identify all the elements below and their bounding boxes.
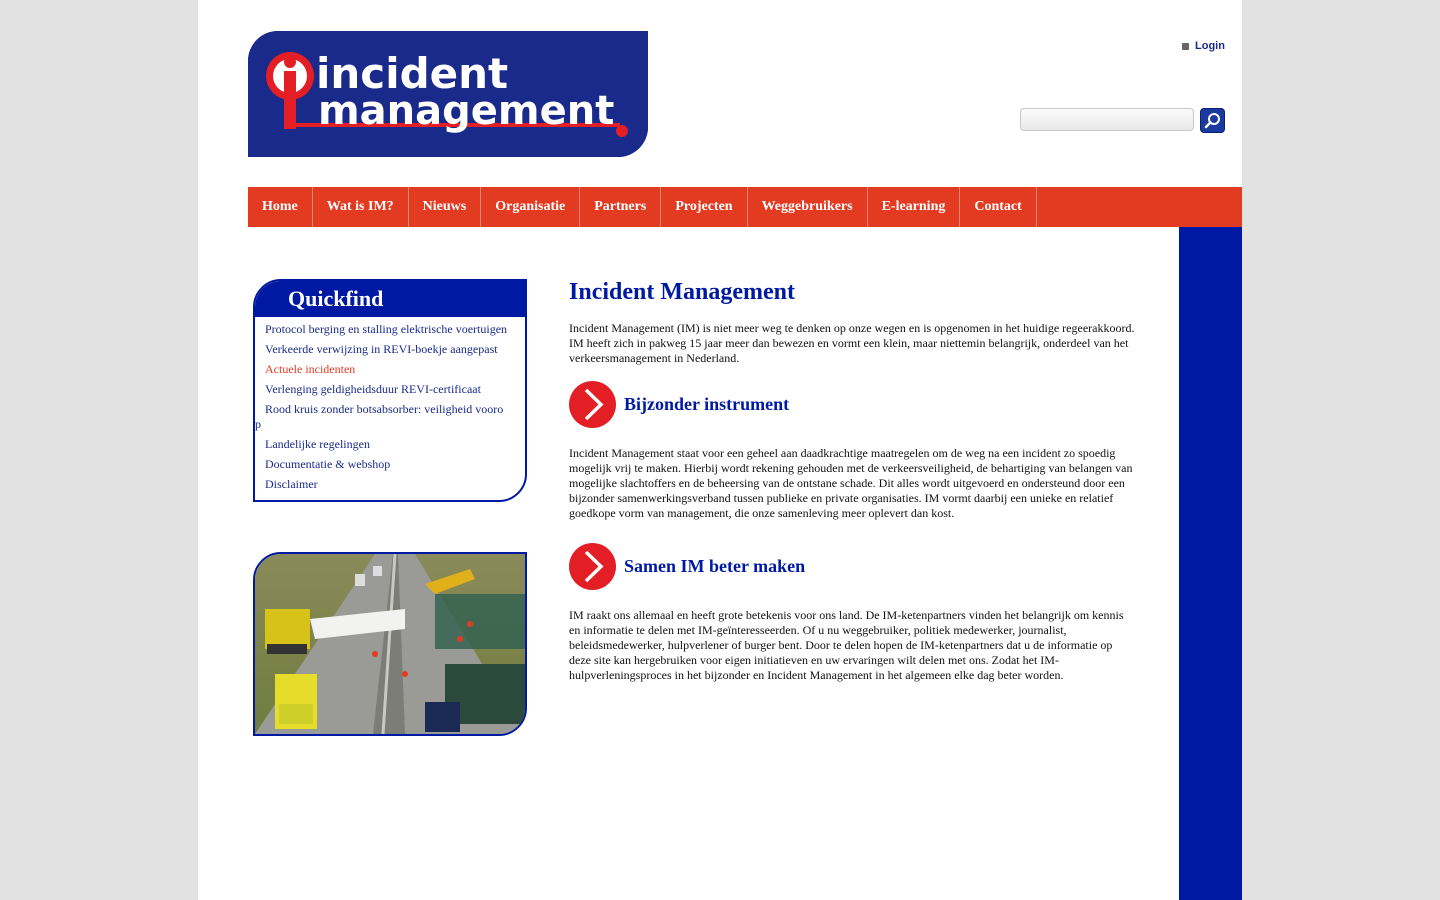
nav-item-partners[interactable]: Partners: [580, 187, 662, 227]
quickfind-panel: Quickfind Protocol berging en stalling e…: [253, 279, 527, 502]
nav-item-home[interactable]: Home: [248, 187, 313, 227]
search-button[interactable]: [1200, 108, 1225, 133]
section-heading-bijzonder: Bijzonder instrument: [569, 380, 1137, 428]
logo-image: incident management: [248, 31, 648, 157]
quickfind-list: Protocol berging en stalling elektrische…: [255, 317, 525, 497]
section-title: Bijzonder instrument: [624, 393, 790, 414]
incident-photo: [253, 552, 527, 736]
quickfind-item[interactable]: Verlenging geldigheidsduur REVI-certific…: [255, 382, 525, 402]
section-text: IM raakt ons allemaal en heeft grote bet…: [569, 608, 1124, 682]
quickfind-item-active[interactable]: Actuele incidenten: [255, 362, 525, 382]
right-sidebar-bar: [1179, 227, 1242, 900]
quickfind-item[interactable]: Rood kruis zonder botsabsorber: veilighe…: [255, 402, 525, 437]
arrow-right-icon: [569, 380, 616, 428]
nav-item-nieuws[interactable]: Nieuws: [409, 187, 482, 227]
intro-text: Incident Management (IM) is niet meer we…: [569, 321, 1135, 365]
page: incident management Login Home Wat is IM…: [198, 0, 1242, 900]
quickfind-title: Quickfind: [255, 281, 525, 317]
nav-item-organisatie[interactable]: Organisatie: [481, 187, 581, 227]
quickfind-item[interactable]: Disclaimer: [255, 477, 525, 497]
section-title: Samen IM beter maken: [624, 555, 806, 576]
bullet-icon: [1182, 42, 1189, 50]
section-text: Incident Management staat voor een gehee…: [569, 446, 1133, 520]
section-heading-samen: Samen IM beter maken: [569, 542, 1137, 590]
quickfind-item[interactable]: Protocol berging en stalling elektrische…: [255, 322, 525, 342]
nav-item-contact[interactable]: Contact: [960, 187, 1037, 227]
logo-text-management: management: [318, 88, 614, 134]
quickfind-item-label-cont: p: [255, 417, 261, 431]
login-link[interactable]: Login: [1182, 40, 1225, 52]
quickfind-item[interactable]: Documentatie & webshop: [255, 457, 525, 477]
search-input[interactable]: [1020, 108, 1194, 131]
main-content: Incident Management Incident Management …: [569, 277, 1137, 683]
main-nav: Home Wat is IM? Nieuws Organisatie Partn…: [248, 187, 1242, 227]
quickfind-item-label: Rood kruis zonder botsabsorber: veilighe…: [265, 402, 504, 416]
arrow-right-icon: [569, 542, 616, 590]
login-label[interactable]: Login: [1195, 40, 1225, 52]
logo[interactable]: incident management: [248, 31, 648, 157]
nav-item-projecten[interactable]: Projecten: [661, 187, 748, 227]
quickfind-item[interactable]: Landelijke regelingen: [255, 437, 525, 457]
nav-item-e-learning[interactable]: E-learning: [868, 187, 961, 227]
quickfind-item[interactable]: Verkeerde verwijzing in REVI-boekje aang…: [255, 342, 525, 362]
highway-incident-image: [255, 554, 525, 734]
nav-item-wat-is-im[interactable]: Wat is IM?: [313, 187, 409, 227]
page-title: Incident Management: [569, 279, 795, 305]
nav-item-weggebruikers[interactable]: Weggebruikers: [748, 187, 868, 227]
search-icon: [1204, 113, 1220, 129]
